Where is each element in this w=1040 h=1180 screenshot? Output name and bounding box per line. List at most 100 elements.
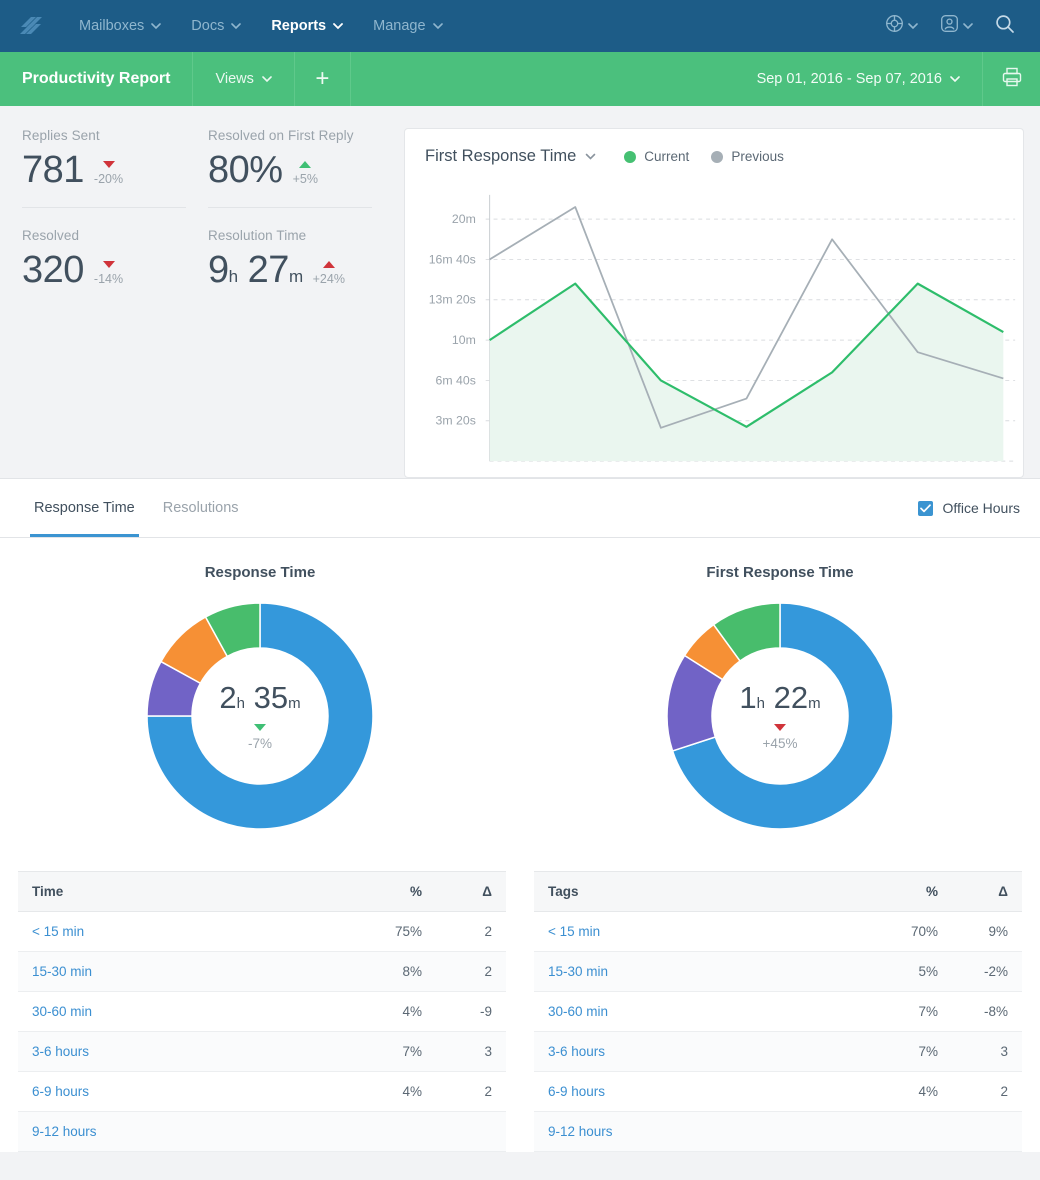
table-row[interactable]: < 15 min75%2	[18, 912, 506, 952]
arrow-up-icon	[323, 261, 335, 268]
tab-list: Response Time Resolutions	[20, 479, 253, 537]
table-row[interactable]: 6-9 hours4%2	[18, 1072, 506, 1112]
nav-item-manage[interactable]: Manage	[358, 18, 457, 34]
metrics-divider-row	[22, 207, 394, 228]
donut-chart-first-response-time[interactable]: 1h 22m +45%	[665, 601, 895, 831]
chevron-down-icon	[433, 18, 443, 34]
metric-minutes-unit: m	[289, 267, 303, 286]
legend-item-previous[interactable]: Previous	[711, 149, 784, 164]
row-label-link[interactable]: 6-9 hours	[18, 1072, 366, 1112]
table-row[interactable]: < 15 min70%9%	[534, 912, 1022, 952]
row-percent: 5%	[882, 952, 952, 992]
column-header-delta[interactable]: Δ	[436, 872, 506, 912]
views-dropdown[interactable]: Views	[193, 52, 294, 106]
table-row[interactable]: 15-30 min8%2	[18, 952, 506, 992]
nav-item-mailboxes[interactable]: Mailboxes	[64, 18, 176, 34]
chart-metric-dropdown[interactable]: First Response Time	[425, 147, 596, 166]
print-button[interactable]	[982, 52, 1040, 106]
metric-value: 320	[22, 251, 84, 289]
row-label-link[interactable]: 9-12 hours	[534, 1112, 882, 1152]
add-view-button[interactable]: +	[295, 52, 351, 106]
nav-item-docs[interactable]: Docs	[176, 18, 256, 34]
row-label-link[interactable]: < 15 min	[534, 912, 882, 952]
arrow-down-icon	[103, 161, 115, 168]
row-label-link[interactable]: 30-60 min	[18, 992, 366, 1032]
first-response-time-chart-card: First Response Time Current Previous	[404, 128, 1024, 478]
tab-response-time[interactable]: Response Time	[20, 479, 149, 537]
metric-value: 9h 27m	[208, 251, 303, 289]
chart-header: First Response Time Current Previous	[405, 129, 1023, 166]
metric-hours-unit: h	[229, 267, 238, 286]
date-range-label: Sep 01, 2016 - Sep 07, 2016	[757, 71, 942, 87]
row-delta: -8%	[952, 992, 1022, 1032]
checkbox-checked-icon[interactable]	[918, 501, 933, 516]
panel-title: Response Time	[205, 564, 316, 581]
response-time-table: Time % Δ < 15 min75%215-30 min8%230-60 m…	[18, 871, 506, 1152]
row-label-link[interactable]: 3-6 hours	[18, 1032, 366, 1072]
helpscout-logo-icon[interactable]	[12, 7, 50, 45]
tab-resolutions[interactable]: Resolutions	[149, 479, 253, 537]
metric-label: Resolution Time	[208, 228, 380, 243]
metric-delta-text: -14%	[94, 272, 123, 286]
row-percent: 4%	[366, 1072, 436, 1112]
table-row[interactable]: 15-30 min5%-2%	[534, 952, 1022, 992]
nav-item-reports[interactable]: Reports	[256, 18, 358, 34]
row-label-link[interactable]: 3-6 hours	[534, 1032, 882, 1072]
row-label-link[interactable]: 15-30 min	[18, 952, 366, 992]
donut-panels: Response Time 2h 35m -7% First Response …	[0, 538, 1040, 831]
table-row[interactable]: 3-6 hours7%3	[534, 1032, 1022, 1072]
table-row[interactable]: 9-12 hours	[18, 1112, 506, 1152]
date-range-picker[interactable]: Sep 01, 2016 - Sep 07, 2016	[735, 52, 982, 106]
metric-value: 80%	[208, 151, 283, 189]
y-axis-tick-label: 3m 20s	[436, 414, 476, 428]
donut-value: 2h 35m	[219, 682, 300, 713]
row-label-link[interactable]: 9-12 hours	[18, 1112, 366, 1152]
row-label-link[interactable]: 30-60 min	[534, 992, 882, 1032]
line-chart-plot: 20m16m 40s13m 20s10m6m 40s3m 20sSep 1Sep…	[405, 181, 1023, 477]
column-header-time[interactable]: Time	[18, 872, 366, 912]
panel-first-response-time: First Response Time 1h 22m +45%	[520, 564, 1040, 831]
column-header-percent[interactable]: %	[366, 872, 436, 912]
row-label-link[interactable]: 6-9 hours	[534, 1072, 882, 1112]
metric-delta: +24%	[313, 261, 345, 289]
donut-chart-response-time[interactable]: 2h 35m -7%	[145, 601, 375, 831]
help-menu-button[interactable]	[876, 14, 927, 38]
legend-color-swatch	[711, 151, 723, 163]
account-menu-button[interactable]	[931, 14, 982, 38]
row-label-link[interactable]: 15-30 min	[534, 952, 882, 992]
chevron-down-icon	[333, 18, 343, 34]
search-icon	[995, 14, 1015, 39]
donut-center-label: 2h 35m -7%	[145, 601, 375, 831]
x-axis-tick-label: Sep 5	[816, 475, 848, 477]
legend-item-current[interactable]: Current	[624, 149, 689, 164]
column-header-tags[interactable]: Tags	[534, 872, 882, 912]
row-label-link[interactable]: < 15 min	[18, 912, 366, 952]
table-row[interactable]: 30-60 min4%-9	[18, 992, 506, 1032]
table-row[interactable]: 6-9 hours4%2	[534, 1072, 1022, 1112]
row-percent: 7%	[366, 1032, 436, 1072]
donut-hours-unit: h	[757, 695, 765, 712]
user-account-icon	[940, 14, 959, 38]
arrow-down-icon	[254, 724, 266, 731]
summary-section: Replies Sent 781 -20% Resolved on First …	[0, 106, 1040, 478]
metrics-row-top: Replies Sent 781 -20% Resolved on First …	[22, 128, 394, 207]
office-hours-toggle[interactable]: Office Hours	[918, 500, 1020, 516]
table-body: < 15 min75%215-30 min8%230-60 min4%-93-6…	[18, 912, 506, 1152]
row-percent	[366, 1112, 436, 1152]
arrow-up-icon	[299, 161, 311, 168]
metric-delta-text: -20%	[94, 172, 123, 186]
metric-divider	[208, 207, 372, 208]
search-button[interactable]	[986, 14, 1024, 39]
column-header-delta[interactable]: Δ	[952, 872, 1022, 912]
table-row[interactable]: 30-60 min7%-8%	[534, 992, 1022, 1032]
top-navigation-bar: Mailboxes Docs Reports Manage	[0, 0, 1040, 52]
donut-minutes-unit: m	[288, 695, 301, 712]
row-delta: 2	[436, 912, 506, 952]
column-header-percent[interactable]: %	[882, 872, 952, 912]
table-row[interactable]: 9-12 hours	[534, 1112, 1022, 1152]
metric-value-row: 781 -20%	[22, 151, 194, 189]
metric-value-row: 80% +5%	[208, 151, 380, 189]
table-row[interactable]: 3-6 hours7%3	[18, 1032, 506, 1072]
toolbar-spacer	[351, 52, 735, 106]
metric-value-row: 9h 27m +24%	[208, 251, 380, 289]
